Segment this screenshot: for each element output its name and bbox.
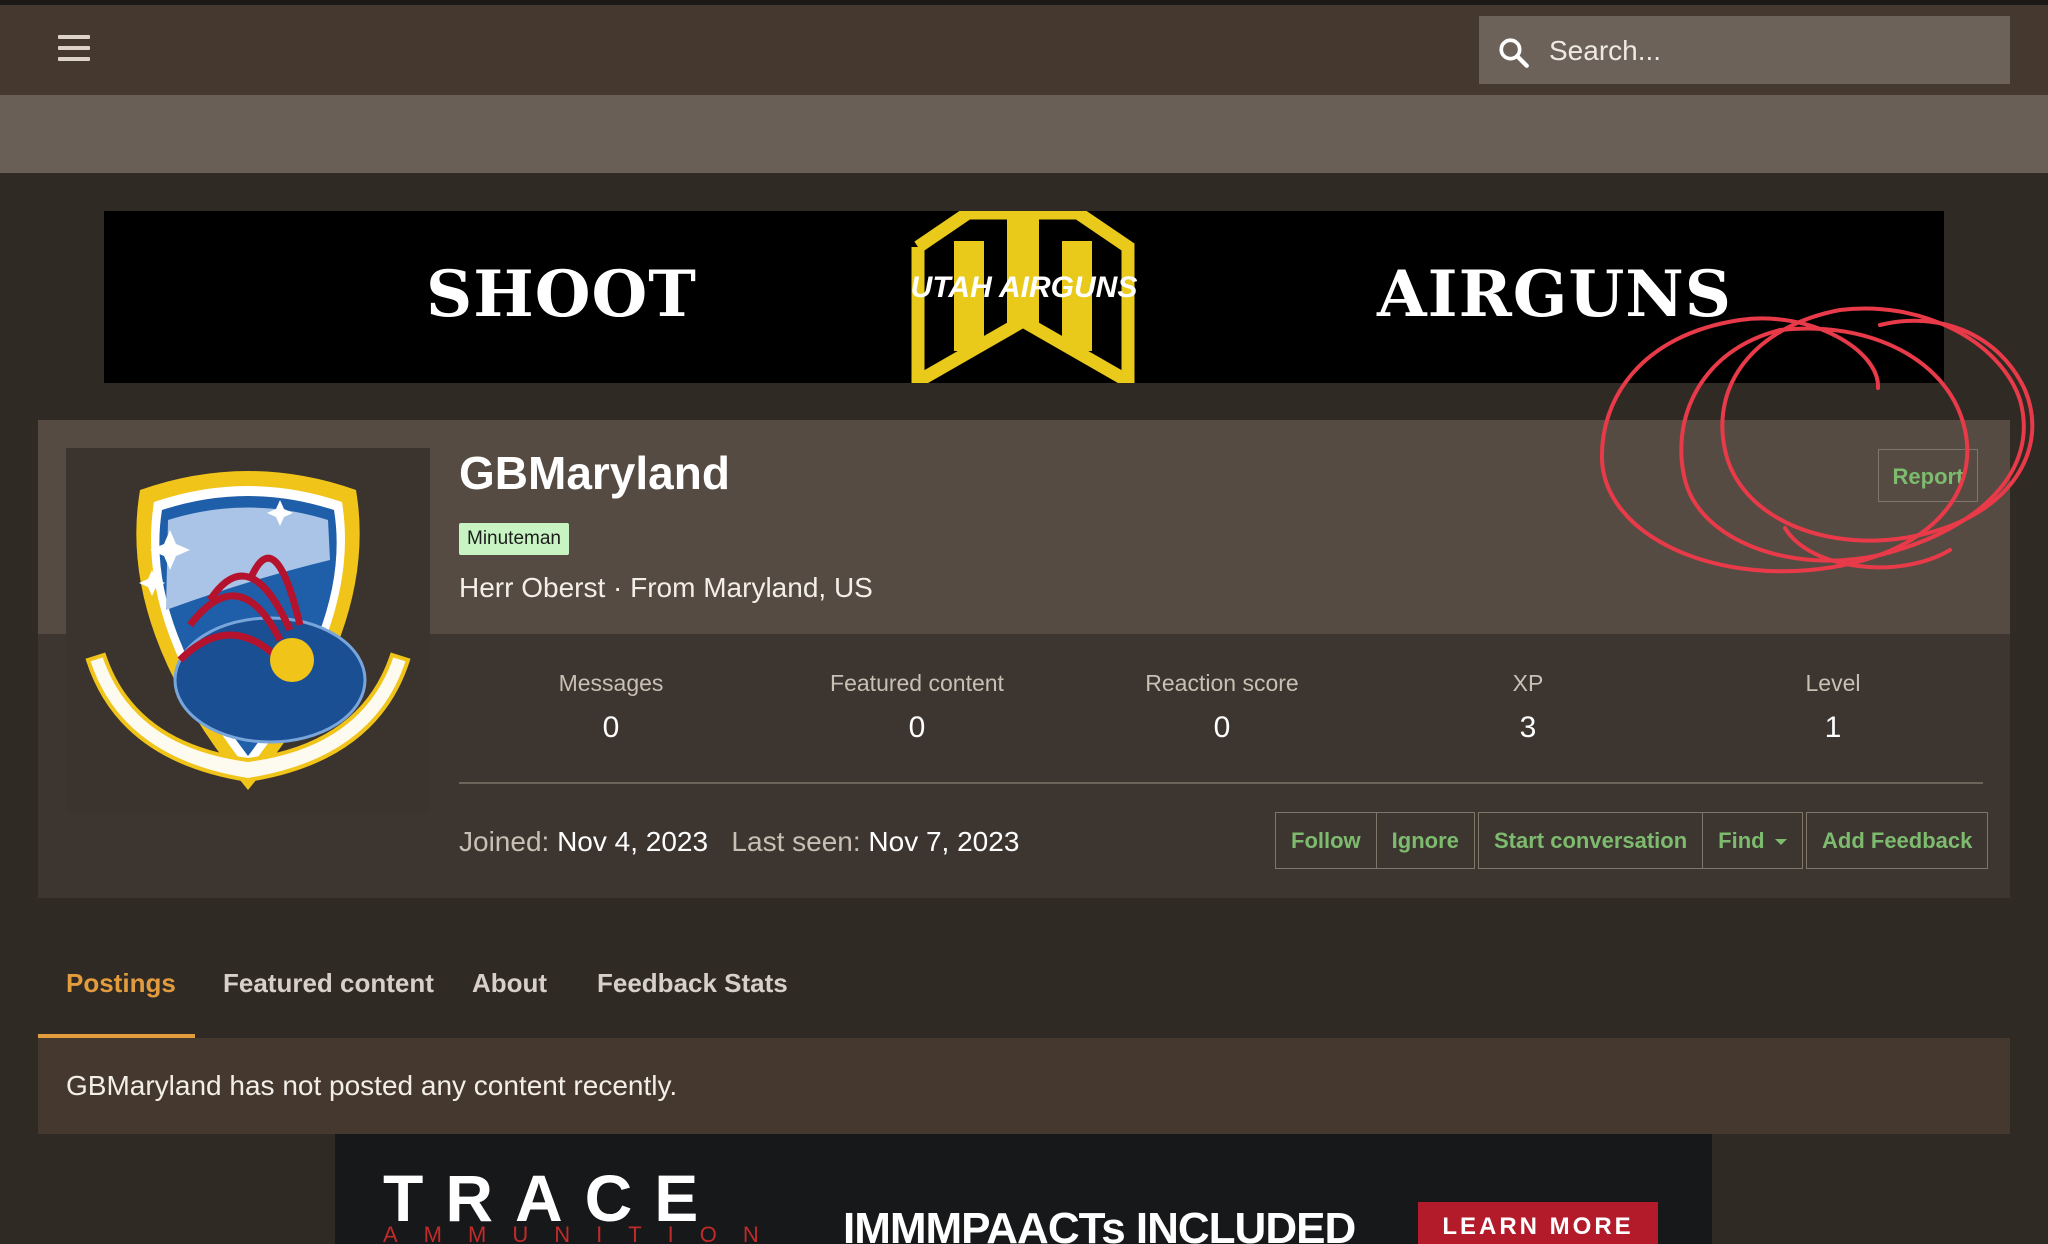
joined-date: Nov 4, 2023 bbox=[557, 826, 709, 857]
feedback-group: Add Feedback bbox=[1806, 812, 1989, 869]
stat-value: 0 bbox=[602, 711, 620, 744]
conversation-find-group: Start conversation Find bbox=[1478, 812, 1803, 869]
profile-stats: Messages 0 Featured content 0 Reaction s… bbox=[459, 670, 1983, 750]
stat-label: Featured content bbox=[830, 670, 1004, 696]
stat-messages[interactable]: Messages 0 bbox=[458, 670, 764, 745]
learn-more-button[interactable]: LEARN MORE bbox=[1418, 1202, 1658, 1244]
stat-label: Messages bbox=[558, 670, 664, 696]
find-label: Find bbox=[1718, 828, 1765, 853]
banner-right-word: AIRGUNS bbox=[1377, 257, 1732, 332]
last-seen-label: Last seen: bbox=[731, 826, 861, 857]
stat-featured-content[interactable]: Featured content 0 bbox=[764, 670, 1070, 745]
stat-value: 3 bbox=[1519, 711, 1537, 744]
banner-logo-text: UTAH AIRGUNS bbox=[910, 271, 1138, 304]
stat-level: Level 1 bbox=[1680, 670, 1986, 745]
tab-about[interactable]: About bbox=[472, 952, 547, 1036]
tab-feedback-stats[interactable]: Feedback Stats bbox=[597, 952, 788, 1036]
stat-value: 1 bbox=[1824, 711, 1842, 744]
user-blurb: Herr Oberst · From Maryland, US bbox=[459, 572, 873, 603]
ad-tagline: IMMMPAACTs INCLUDED bbox=[843, 1204, 1356, 1244]
tab-postings[interactable]: Postings bbox=[66, 952, 176, 1036]
follow-button[interactable]: Follow bbox=[1276, 813, 1376, 868]
air-force-shield-icon bbox=[85, 471, 411, 790]
stat-label: XP bbox=[1512, 670, 1544, 696]
profile-tabs: Postings Featured content About Feedback… bbox=[38, 952, 2010, 1038]
user-role-badge: Minuteman bbox=[459, 523, 569, 555]
stat-reaction-score[interactable]: Reaction score 0 bbox=[1069, 670, 1375, 745]
report-button[interactable]: Report bbox=[1878, 449, 1978, 502]
find-dropdown-button[interactable]: Find bbox=[1702, 813, 1801, 868]
trace-ammunition-ad[interactable]: TRACE AMMUNITION IMMMPAACTs INCLUDED LEA… bbox=[335, 1134, 1712, 1244]
ad-brand-sub: AMMUNITION bbox=[383, 1222, 785, 1244]
stat-xp: XP 3 bbox=[1375, 670, 1681, 745]
chevron-down-icon bbox=[1774, 839, 1787, 846]
top-navigation-bar bbox=[0, 5, 2048, 95]
avatar[interactable] bbox=[66, 448, 430, 812]
ignore-button[interactable]: Ignore bbox=[1375, 813, 1474, 868]
profile-username: GBMaryland bbox=[459, 447, 730, 499]
stat-value: 0 bbox=[1213, 711, 1231, 744]
stat-value: 0 bbox=[908, 711, 926, 744]
hamburger-menu-icon[interactable] bbox=[50, 35, 98, 75]
follow-ignore-group: Follow Ignore bbox=[1275, 812, 1475, 869]
member-dates: Joined: Nov 4, 2023 Last seen: Nov 7, 20… bbox=[459, 826, 1019, 858]
empty-postings-message: GBMaryland has not posted any content re… bbox=[66, 1070, 678, 1101]
sub-navigation-bar bbox=[0, 95, 2048, 173]
banner-left-word: SHOOT bbox=[426, 257, 697, 332]
last-seen-date: Nov 7, 2023 bbox=[868, 826, 1020, 857]
search-icon bbox=[1499, 38, 1529, 68]
stats-divider bbox=[459, 782, 1983, 784]
search-input[interactable] bbox=[1547, 16, 2001, 86]
utah-airguns-ad-banner[interactable]: SHOOT UTAH AIRGUNS AIRGUNS bbox=[104, 211, 1944, 383]
search-box[interactable] bbox=[1479, 16, 2010, 86]
stat-label: Level bbox=[1805, 670, 1861, 696]
stat-label: Reaction score bbox=[1145, 670, 1299, 696]
joined-label: Joined: bbox=[459, 826, 550, 857]
tab-featured-content[interactable]: Featured content bbox=[223, 952, 434, 1036]
add-feedback-button[interactable]: Add Feedback bbox=[1807, 813, 1987, 868]
start-conversation-button[interactable]: Start conversation bbox=[1479, 813, 1702, 868]
